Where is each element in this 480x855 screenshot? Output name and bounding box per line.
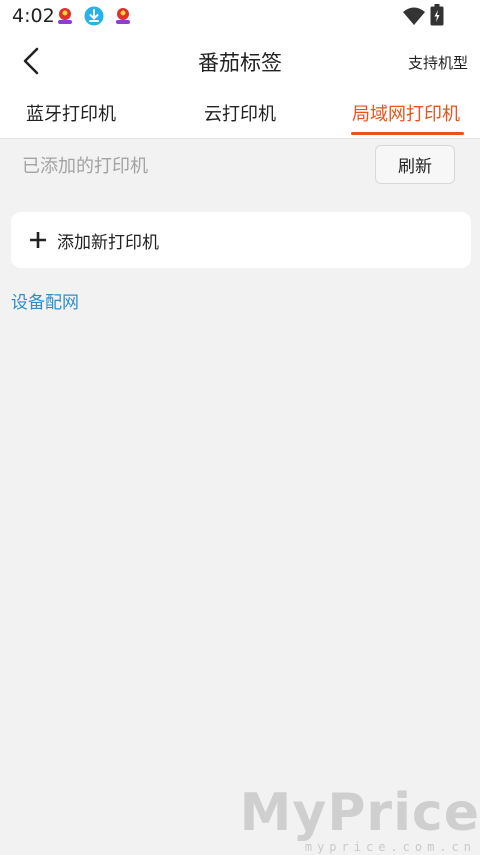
notification-app-icon: [116, 8, 130, 24]
watermark-url: myprice.com.cn: [304, 840, 476, 854]
notification-app-icon: [58, 8, 72, 24]
device-network-config-link[interactable]: 设备配网: [11, 288, 79, 313]
status-bar: 4:02: [0, 0, 480, 34]
status-time: 4:02: [12, 5, 55, 27]
tab-bluetooth-printer[interactable]: 蓝牙打印机: [26, 100, 116, 126]
plus-icon: [30, 232, 46, 248]
tab-cloud-printer[interactable]: 云打印机: [204, 100, 276, 126]
active-tab-indicator: [351, 132, 464, 135]
battery-icon: [430, 4, 444, 26]
back-arrow-icon[interactable]: [18, 44, 46, 78]
tab-lan-printer[interactable]: 局域网打印机: [352, 100, 460, 126]
wifi-icon: [403, 7, 425, 25]
refresh-button[interactable]: 刷新: [375, 145, 455, 184]
download-icon: [84, 6, 104, 26]
add-new-printer-button[interactable]: 添加新打印机: [11, 212, 471, 268]
added-printers-label: 已添加的打印机: [22, 156, 148, 177]
supported-models-button[interactable]: 支持机型: [408, 52, 468, 73]
refresh-button-label: 刷新: [398, 157, 432, 177]
watermark-logo: MyPrice: [239, 783, 480, 843]
add-new-printer-label: 添加新打印机: [57, 233, 159, 253]
page-title: 番茄标签: [198, 51, 282, 75]
